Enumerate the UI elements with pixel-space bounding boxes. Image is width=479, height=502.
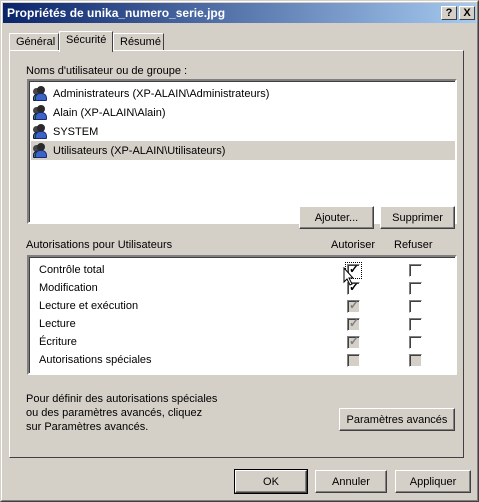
check-icon: ✓: [349, 334, 360, 348]
users-list[interactable]: Administrateurs (XP-ALAIN\Administrateur…: [27, 79, 457, 224]
allow-checkbox: [347, 354, 360, 367]
close-button[interactable]: X: [459, 6, 475, 20]
deny-checkbox[interactable]: [409, 282, 422, 295]
help-button[interactable]: ?: [441, 6, 457, 20]
perm-name: Contrôle total: [39, 264, 105, 276]
check-icon: ✓: [349, 262, 360, 276]
deny-checkbox[interactable]: [409, 318, 422, 331]
list-item-administrateurs[interactable]: Administrateurs (XP-ALAIN\Administrateur…: [31, 84, 455, 103]
tab-general[interactable]: Général: [9, 33, 59, 51]
list-item-utilisateurs[interactable]: Utilisateurs (XP-ALAIN\Utilisateurs): [31, 141, 455, 160]
check-icon: ✓: [349, 316, 360, 330]
users-label: Noms d'utilisateur ou de groupe :: [26, 65, 188, 77]
perm-name: Lecture: [39, 318, 76, 330]
security-panel: Noms d'utilisateur ou de groupe : Admini…: [9, 50, 464, 458]
permissions-label: Autorisations pour Utilisateurs: [26, 239, 173, 251]
group-icon: [33, 142, 49, 159]
apply-button[interactable]: Appliquer: [395, 470, 471, 493]
allow-checkbox[interactable]: ✓: [347, 280, 360, 295]
tab-summary[interactable]: Résumé: [113, 33, 164, 51]
tab-security[interactable]: Sécurité: [59, 31, 113, 52]
perm-name: Lecture et exécution: [39, 300, 139, 312]
deny-checkbox[interactable]: [409, 264, 422, 277]
perm-row-read-execute: Lecture et exécution ✓: [29, 298, 455, 316]
deny-checkbox[interactable]: [409, 300, 422, 313]
allow-checkbox: ✓: [347, 316, 360, 331]
add-button[interactable]: Ajouter...: [299, 206, 374, 229]
advanced-hint-line1: Pour définir des autorisations spéciales: [26, 393, 218, 405]
check-icon: ✓: [349, 280, 360, 294]
perm-row-special: Autorisations spéciales: [29, 352, 455, 370]
user-name: Alain (XP-ALAIN\Alain): [53, 106, 166, 119]
properties-dialog: Propriétés de unika_numero_serie.jpg ? X…: [0, 0, 479, 502]
perm-name: Autorisations spéciales: [39, 354, 152, 366]
deny-checkbox: [409, 354, 422, 367]
perm-row-modify: Modification ✓: [29, 280, 455, 298]
perm-row-write: Écriture ✓: [29, 334, 455, 352]
window-title: Propriétés de unika_numero_serie.jpg: [7, 6, 226, 20]
group-icon: [33, 104, 49, 121]
allow-checkbox[interactable]: ✓: [347, 262, 360, 277]
check-icon: ✓: [349, 298, 360, 312]
advanced-settings-button[interactable]: Paramètres avancés: [339, 408, 455, 431]
deny-column-header: Refuser: [394, 239, 433, 251]
group-icon: [33, 85, 49, 102]
user-name: Administrateurs (XP-ALAIN\Administrateur…: [53, 87, 270, 100]
allow-column-header: Autoriser: [331, 239, 376, 251]
list-item-alain[interactable]: Alain (XP-ALAIN\Alain): [31, 103, 455, 122]
perm-row-full-control: Contrôle total ✓: [29, 262, 455, 280]
list-item-system[interactable]: SYSTEM: [31, 122, 455, 141]
ok-button[interactable]: OK: [234, 469, 308, 494]
allow-checkbox: ✓: [347, 334, 360, 349]
allow-checkbox: ✓: [347, 298, 360, 313]
title-bar[interactable]: Propriétés de unika_numero_serie.jpg ? X: [3, 3, 476, 23]
perm-row-read: Lecture ✓: [29, 316, 455, 334]
cancel-button[interactable]: Annuler: [315, 470, 387, 493]
advanced-hint-line2: ou des paramètres avancés, cliquez: [26, 407, 203, 419]
user-name: Utilisateurs (XP-ALAIN\Utilisateurs): [53, 144, 226, 157]
perm-name: Écriture: [39, 336, 77, 348]
remove-button[interactable]: Supprimer: [380, 206, 455, 229]
permissions-list: Contrôle total ✓ Modification ✓ Lecture …: [27, 255, 457, 375]
user-name: SYSTEM: [53, 125, 99, 138]
perm-name: Modification: [39, 282, 98, 294]
group-icon: [33, 123, 49, 140]
deny-checkbox[interactable]: [409, 336, 422, 349]
advanced-hint-line3: sur Paramètres avancés.: [26, 421, 149, 433]
